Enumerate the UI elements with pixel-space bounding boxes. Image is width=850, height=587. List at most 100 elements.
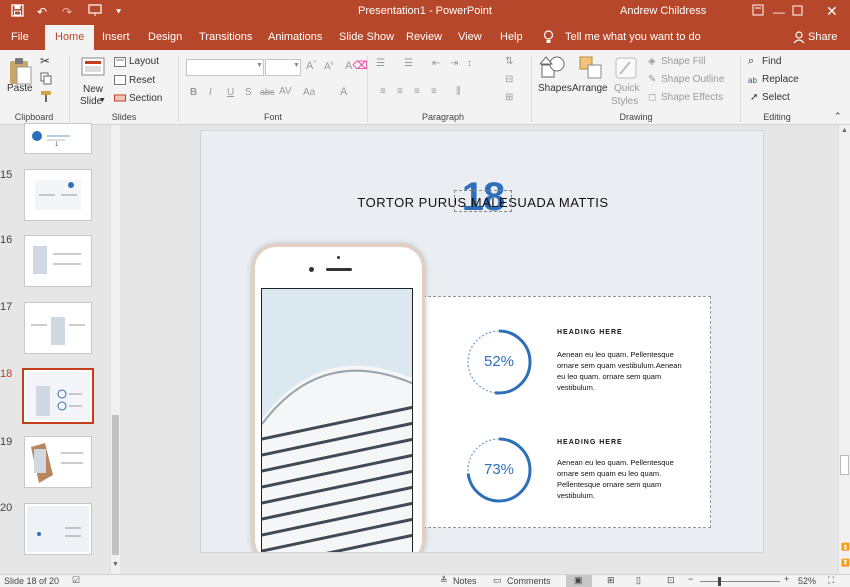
tab-design[interactable]: Design [148, 25, 182, 50]
notes-button[interactable]: Notes [453, 576, 477, 586]
slide-sorter-icon[interactable]: ⊞ [607, 575, 615, 586]
content-panel[interactable]: 52% HEADING HERE Aenean eu leo quam. Pel… [383, 296, 711, 528]
tell-me-box[interactable]: Tell me what you want to do [565, 25, 701, 50]
zoom-in-icon[interactable]: + [784, 574, 789, 584]
shapes-icon[interactable] [538, 55, 566, 86]
zoom-out-icon[interactable]: − [688, 574, 693, 584]
tab-transitions[interactable]: Transitions [199, 25, 252, 50]
increase-indent-icon[interactable]: ⇥ [450, 58, 458, 69]
align-center-icon[interactable]: ≡ [397, 86, 403, 97]
smartart-icon[interactable]: ⊞ [505, 92, 513, 103]
reset-button[interactable]: Reset [129, 75, 155, 86]
fit-slide-icon[interactable]: ⛶ [828, 575, 834, 586]
slide[interactable]: 18 TORTOR PURUS MALESUADA MATTIS 52% HEA… [200, 130, 764, 553]
slide-scrollbar-thumb[interactable] [840, 455, 849, 475]
section-button[interactable]: Section [129, 93, 162, 104]
arrange-button[interactable]: Arrange [572, 83, 608, 94]
shape-effects-button[interactable]: Shape Effects [661, 92, 723, 103]
slide-thumbnail[interactable] [24, 169, 92, 221]
share-button[interactable]: Share [808, 25, 837, 50]
quick-styles-label-2[interactable]: Styles [611, 96, 638, 107]
increase-font-icon[interactable]: A^ [306, 60, 316, 72]
decrease-font-icon[interactable]: Av [324, 61, 334, 72]
quick-styles-label-1[interactable]: Quick [614, 83, 640, 94]
decrease-indent-icon[interactable]: ⇤ [432, 58, 440, 69]
ribbon-display-icon[interactable] [752, 4, 764, 20]
slide-thumbnail-selected[interactable] [22, 368, 94, 424]
collapse-ribbon-icon[interactable]: ⌃ [834, 111, 842, 122]
slide-thumbnail[interactable] [24, 436, 92, 488]
layout-button[interactable]: Layout [129, 56, 159, 67]
reading-view-icon[interactable]: ▯ [636, 575, 641, 586]
quick-styles-icon[interactable] [613, 55, 639, 86]
spellcheck-icon[interactable]: ☑ [72, 575, 80, 586]
cut-icon[interactable]: ✂ [40, 54, 50, 68]
thumbnail-scrollbar[interactable]: ▼ [110, 125, 120, 574]
tab-file[interactable]: File [11, 25, 29, 50]
format-painter-icon[interactable] [40, 90, 53, 106]
justify-icon[interactable]: ≡ [431, 86, 437, 97]
tab-help[interactable]: Help [500, 25, 523, 50]
thumbnail-scrollbar-thumb[interactable] [112, 415, 119, 555]
slide-thumbnail[interactable] [24, 302, 92, 354]
previous-slide-icon[interactable]: ⏫ [841, 543, 850, 551]
numbering-icon[interactable]: ☰ [404, 58, 413, 69]
slide-scrollbar[interactable]: ▲ ⏫ ⏬ [838, 125, 850, 574]
character-spacing-icon[interactable]: AV [279, 86, 292, 97]
zoom-slider-thumb[interactable] [718, 577, 721, 586]
find-button[interactable]: Find [762, 56, 781, 67]
columns-icon[interactable]: ⫼ [456, 86, 461, 97]
chevron-down-icon[interactable]: ▼ [256, 62, 263, 69]
notes-icon[interactable]: ≚ [440, 575, 448, 586]
slide-thumbnail[interactable] [24, 235, 92, 287]
bold-icon[interactable]: B [190, 87, 197, 98]
tab-home[interactable]: Home [45, 25, 95, 50]
align-left-icon[interactable]: ≡ [380, 86, 386, 97]
tab-view[interactable]: View [458, 25, 482, 50]
ribbon-tabs: File Home Insert Design Transitions Anim… [0, 25, 850, 50]
font-name-input[interactable] [186, 59, 264, 76]
strikethrough-icon[interactable]: abc [260, 87, 275, 97]
select-button[interactable]: Select [762, 92, 790, 103]
tab-animations[interactable]: Animations [268, 25, 322, 50]
shapes-button[interactable]: Shapes [538, 83, 572, 94]
bullets-icon[interactable]: ☰ [376, 58, 385, 69]
close-icon[interactable]: ✕ [826, 3, 838, 19]
replace-button[interactable]: Replace [762, 74, 799, 85]
maximize-icon[interactable] [792, 4, 803, 20]
underline-icon[interactable]: U [227, 87, 234, 98]
comments-button[interactable]: Comments [507, 576, 551, 586]
font-color-icon[interactable]: A [340, 86, 347, 98]
user-name[interactable]: Andrew Childress [620, 5, 706, 17]
slide-thumbnail[interactable] [24, 503, 92, 555]
shape-outline-button[interactable]: Shape Outline [661, 74, 724, 85]
change-case-icon[interactable]: Aa [303, 87, 315, 98]
scroll-up-arrow[interactable]: ▲ [841, 127, 848, 134]
slide-thumbnail[interactable]: 1 [24, 123, 92, 154]
phone-mockup[interactable] [252, 244, 425, 552]
next-slide-icon[interactable]: ⏬ [841, 559, 850, 567]
line-spacing-icon[interactable]: ↕ [467, 58, 472, 69]
speaker-icon [326, 268, 352, 271]
chevron-down-icon[interactable]: ▼ [293, 62, 300, 69]
slideshow-icon[interactable]: ⊡ [667, 575, 675, 586]
section-icon [114, 93, 126, 106]
align-text-icon[interactable]: ⊟ [505, 74, 513, 85]
tab-slide-show[interactable]: Slide Show [339, 25, 394, 50]
tab-review[interactable]: Review [406, 25, 442, 50]
arrange-icon[interactable] [578, 55, 604, 86]
align-right-icon[interactable]: ≡ [414, 86, 420, 97]
new-slide-button[interactable] [80, 56, 106, 83]
zoom-level[interactable]: 52% [798, 576, 816, 586]
zoom-slider[interactable] [700, 581, 780, 582]
comments-icon[interactable]: ▭ [493, 575, 502, 586]
scroll-down-arrow[interactable]: ▼ [112, 561, 119, 568]
minimize-icon[interactable]: — [773, 4, 785, 20]
copy-icon[interactable] [40, 72, 53, 88]
shadow-icon[interactable]: S [245, 87, 252, 98]
clear-formatting-icon[interactable]: A⌫ [345, 59, 368, 72]
italic-icon[interactable]: I [209, 87, 212, 98]
shape-fill-button[interactable]: Shape Fill [661, 56, 705, 67]
tab-insert[interactable]: Insert [102, 25, 130, 50]
text-direction-icon[interactable]: ⇅ [505, 56, 513, 67]
